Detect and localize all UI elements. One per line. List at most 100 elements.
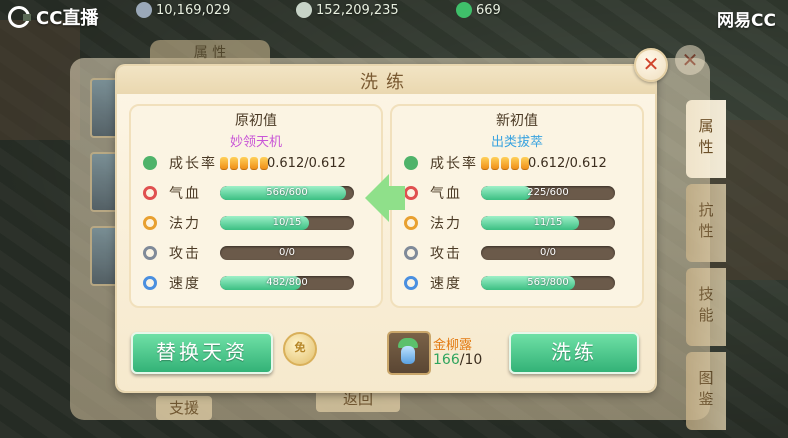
stat-bar: 0/0 [220,246,354,260]
jade-amount: 669 [476,2,501,18]
stat-label: 攻击 [430,246,462,262]
stat-row: 攻击 0/0 [392,242,642,264]
stat-bar: 563/800 [481,276,615,290]
silver-amount: 10,169,029 [156,2,231,18]
growth-icon [404,156,418,170]
stat-icon [143,276,157,290]
stat-value: 225/600 [527,187,569,198]
item-required: /10 [459,352,483,368]
growth-pips [220,156,268,170]
growth-pip [511,156,519,170]
side-tab-skills[interactable]: 技能 [686,268,726,346]
stat-icon [404,186,418,200]
free-coin-icon[interactable]: 免 [283,332,317,366]
stat-bar: 10/15 [220,216,354,230]
stat-bar: 225/600 [481,186,615,200]
growth-label: 成长率 [430,156,478,172]
silver-currency: 10,169,029 [136,2,230,18]
jinliulu-item-icon[interactable] [387,331,431,375]
stat-row: 气血 566/600 [131,182,381,204]
side-tab-codex[interactable]: 图鉴 [686,352,726,430]
stat-bar: 566/600 [220,186,354,200]
growth-pips [481,156,529,170]
dialog-title: 洗练 [360,72,412,93]
refine-dialog: 洗练 原初值 妙领天机 成长率 0.612/0.612 气血 566/600 法力 1… [117,66,655,391]
growth-pip [230,156,238,170]
original-grade: 妙领天机 [229,135,282,150]
stat-bar: 482/800 [220,276,354,290]
dialog-close-icon[interactable]: ✕ [634,48,668,82]
original-values-title: 原初值 [235,113,277,129]
stat-label: 攻击 [169,246,201,262]
gold-currency: 152,209,235 [296,2,399,18]
stat-label: 气血 [169,186,201,202]
stat-value: 10/15 [272,217,302,228]
gold-amount: 152,209,235 [316,2,399,18]
growth-label: 成长率 [169,156,217,172]
top-hud: CC直播 10,169,029 152,209,235 669 网易CC [0,0,788,31]
stat-value: 0/0 [278,247,296,258]
stat-label: 速度 [430,276,462,292]
jade-currency: 669 [456,2,501,18]
stat-value: 0/0 [539,247,557,258]
refine-button[interactable]: 洗练 [509,332,639,374]
original-values-panel: 原初值 妙领天机 成长率 0.612/0.612 气血 566/600 法力 10/1… [129,104,383,308]
growth-icon [143,156,157,170]
stat-row: 法力 11/15 [392,212,642,234]
growth-row: 成长率 0.612/0.612 [392,152,642,174]
stat-bar: 11/15 [481,216,615,230]
growth-value: 0.612/0.612 [267,155,346,171]
stat-row: 攻击 0/0 [131,242,381,264]
cc-logo-icon [8,6,31,28]
coin-stack-icon [296,2,312,18]
side-tab-attributes[interactable]: 属性 [686,100,726,178]
growth-pip [501,156,509,170]
new-grade: 出类拔萃 [490,135,543,150]
side-tab-list: 属性 抗性 技能 图鉴 [686,100,726,436]
transfer-arrow-icon [365,174,389,222]
new-values-panel: 新初值 出类拔萃 成长率 0.612/0.612 气血 225/600 法力 11/1… [390,104,644,308]
growth-pip [491,156,499,170]
stat-icon [143,186,157,200]
stat-label: 法力 [169,216,201,232]
stat-row: 速度 482/800 [131,272,381,294]
netease-cc-watermark: 网易CC [717,11,776,31]
growth-value: 0.612/0.612 [528,155,607,171]
stat-row: 速度 563/800 [392,272,642,294]
stat-label: 气血 [430,186,462,202]
stat-label: 速度 [169,276,201,292]
pet-window-close-icon[interactable]: ✕ [675,45,705,75]
stat-value: 566/600 [266,187,308,198]
item-name: 金柳露 [433,338,473,353]
stat-row: 法力 10/15 [131,212,381,234]
stat-icon [404,276,418,290]
dialog-header: 洗练 [117,66,655,94]
stat-icon [143,216,157,230]
stat-value: 563/800 [527,277,569,288]
silver-coin-icon [136,2,152,18]
growth-pip [250,156,258,170]
growth-pip [481,156,489,170]
stat-icon [143,246,157,260]
tab-attributes-top[interactable]: 属 性 [150,40,270,66]
stat-value: 11/15 [533,217,563,228]
growth-pip [240,156,248,170]
support-button[interactable]: 支援 [156,396,212,420]
pet-portrait-list [90,78,122,300]
new-values-title: 新初值 [496,113,538,129]
cc-live-logo: CC直播 [8,4,98,30]
stat-row: 气血 225/600 [392,182,642,204]
growth-row: 成长率 0.612/0.612 [131,152,381,174]
bottle-icon [401,346,415,364]
stat-icon [404,246,418,260]
stat-value: 482/800 [266,277,308,288]
stat-icon [404,216,418,230]
replace-aptitude-button[interactable]: 替换天资 [131,332,273,374]
transfer-arrow-stem [389,186,405,210]
item-owned: 166 [433,352,460,368]
jade-icon [456,2,472,18]
stat-bar: 0/0 [481,246,615,260]
cc-logo-label: CC直播 [36,8,99,29]
stat-label: 法力 [430,216,462,232]
side-tab-resistance[interactable]: 抗性 [686,184,726,262]
